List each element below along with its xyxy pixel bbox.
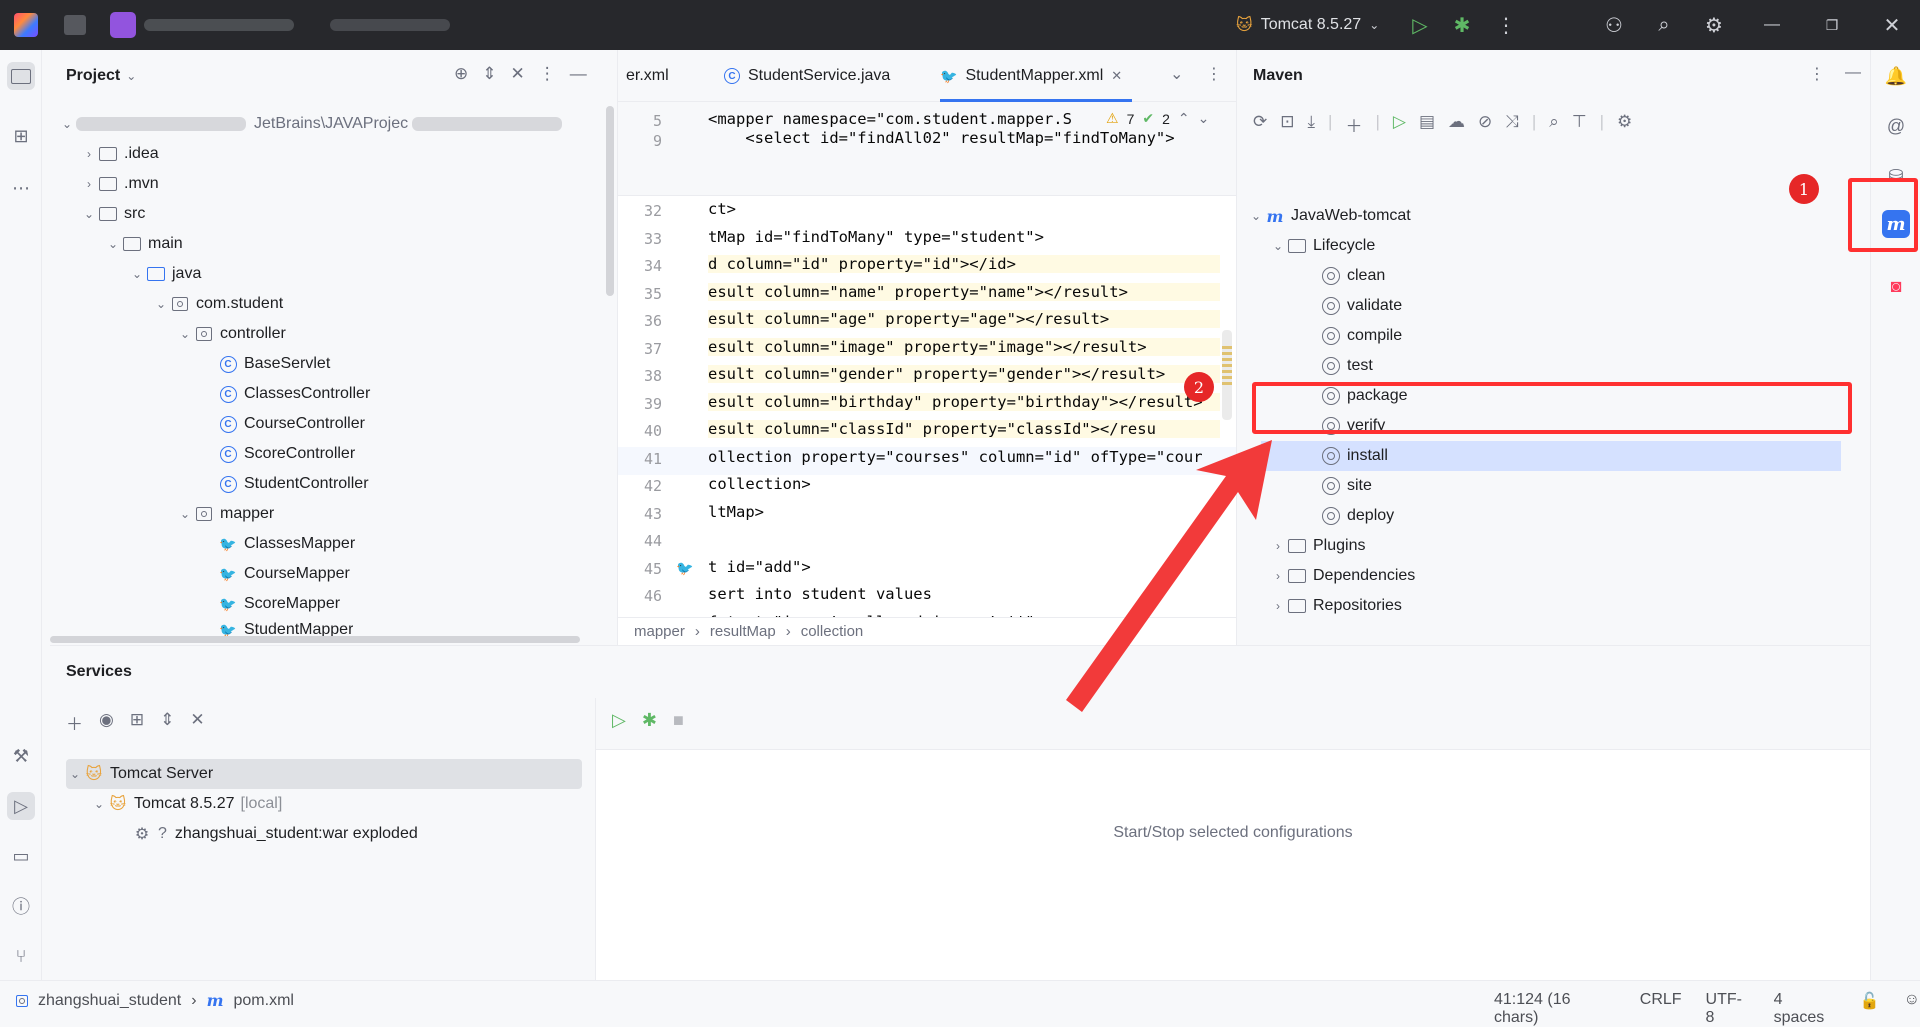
annotation-arrow (1066, 440, 1272, 712)
